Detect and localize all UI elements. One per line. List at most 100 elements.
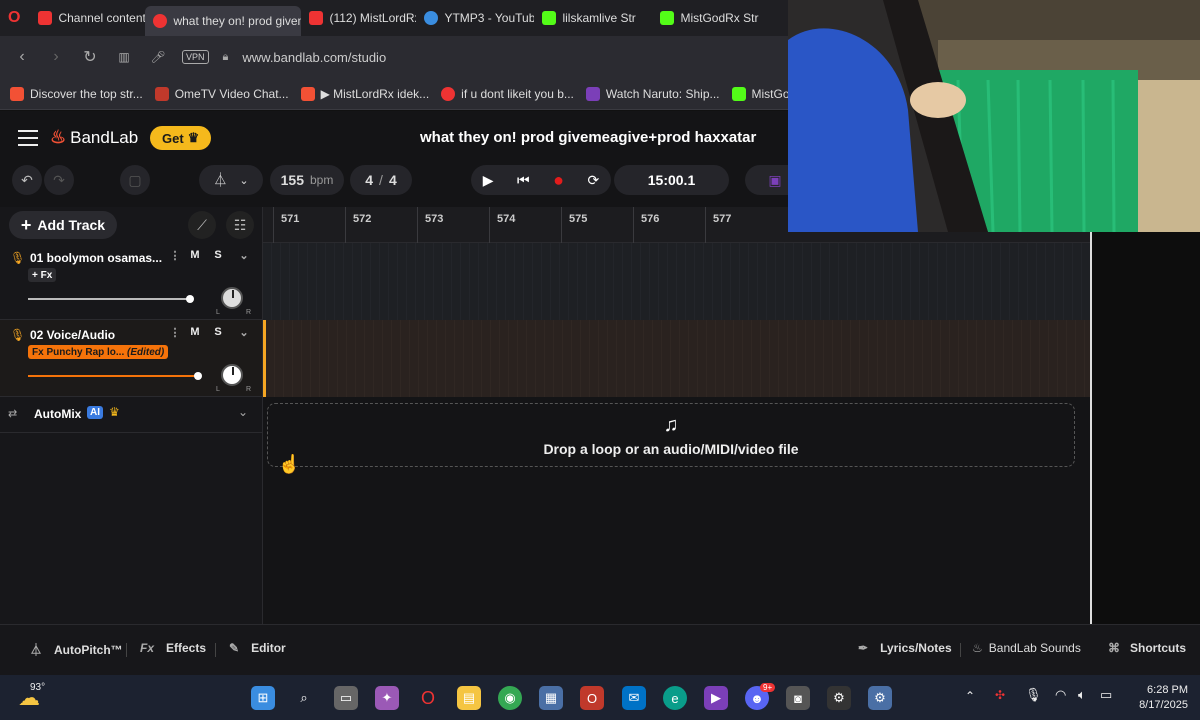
file-explorer-icon[interactable]: ▤	[457, 686, 481, 710]
solo-button[interactable]: S	[209, 326, 227, 342]
chevron-down-icon[interactable]: ⌄	[238, 405, 248, 419]
browser-tab-active[interactable]: what they on! prod givem	[145, 6, 302, 36]
effects-button[interactable]: Fx Effects	[140, 641, 206, 655]
chrome-icon[interactable]: ◉	[498, 686, 522, 710]
playhead-panel	[1090, 207, 1200, 624]
skip-to-start-icon[interactable]: ⏮	[517, 172, 530, 189]
volume-slider-thumb[interactable]	[194, 372, 202, 380]
bandlab-logo-icon: ♨	[50, 127, 67, 147]
battery-icon[interactable]: ▭	[1100, 687, 1112, 703]
url-field[interactable]: www.bandlab.com/studio	[242, 50, 386, 65]
copilot-icon[interactable]: ✦	[375, 686, 399, 710]
track-options-icon[interactable]: ⋮	[166, 249, 184, 265]
pan-knob[interactable]	[221, 364, 243, 386]
metronome-dropdown[interactable]: ⏃ ⌄	[199, 165, 263, 195]
settings-sliders-icon[interactable]: ☷	[226, 211, 254, 239]
record-icon[interactable]: ●	[553, 170, 564, 191]
forward-icon[interactable]: ›	[46, 48, 66, 66]
editor-button[interactable]: ✎ Editor	[229, 641, 286, 655]
command-icon: ⌘	[1108, 641, 1120, 655]
track-lane[interactable]	[263, 243, 1090, 320]
menu-icon[interactable]	[18, 130, 38, 146]
outlook-icon[interactable]: ✉	[622, 686, 646, 710]
reload-icon[interactable]: ↻	[80, 47, 100, 67]
bandlab-logo[interactable]: ♨ BandLab	[50, 127, 138, 148]
plus-icon: +	[20, 214, 32, 235]
save-icon[interactable]: ▢	[120, 165, 150, 195]
drop-zone[interactable]: ♫ Drop a loop or an audio/MIDI/video fil…	[267, 403, 1075, 467]
lyrics-notes-button[interactable]: ✒ Lyrics/Notes	[858, 641, 952, 655]
browser-tab[interactable]: YTMP3 - YouTube	[416, 4, 534, 32]
bookmark-icon	[585, 86, 600, 101]
pan-knob[interactable]	[221, 287, 243, 309]
automix-row[interactable]: ⇄ AutoMix AI ♛ ⌄	[0, 397, 262, 433]
volume-slider[interactable]	[28, 295, 194, 303]
bookmark-icon	[300, 86, 315, 101]
camera-icon[interactable]: ◙	[786, 686, 810, 710]
lock-icon[interactable]: 🔒︎	[223, 51, 229, 64]
speaker-icon[interactable]: 🔈︎	[1078, 687, 1086, 703]
microphone-icon[interactable]: 🎙︎	[1025, 687, 1042, 703]
opera-icon[interactable]: O	[416, 686, 440, 710]
loop-icon[interactable]: ⟳	[588, 172, 600, 189]
volume-slider[interactable]	[28, 372, 202, 380]
back-icon[interactable]: ‹	[12, 48, 32, 66]
chevron-down-icon[interactable]: ⌄	[235, 249, 253, 265]
track-lane-selected[interactable]	[263, 320, 1090, 397]
magic-wand-icon[interactable]: ⟋	[188, 211, 216, 239]
steam-icon[interactable]: ⚙	[827, 686, 851, 710]
clock[interactable]: 6:28 PM 8/17/2025	[1139, 683, 1188, 713]
pen-icon: ✒	[858, 641, 869, 655]
split-view-icon[interactable]: ▥	[114, 50, 134, 64]
fx-preset-badge[interactable]: Fx Punchy Rap lo... (Edited)	[28, 345, 169, 359]
time-signature[interactable]: 4/4	[350, 165, 412, 195]
autopitch-button[interactable]: ⏃ AutoPitch™	[30, 641, 123, 658]
microphone-icon[interactable]: 🎤︎	[148, 50, 168, 64]
bookmark-item[interactable]: OmeTV Video Chat...	[154, 86, 289, 101]
shortcuts-button[interactable]: ⌘ Shortcuts	[1108, 641, 1186, 655]
add-fx-button[interactable]: + Fx	[28, 268, 57, 282]
windows-start-icon[interactable]: ⊞	[251, 686, 275, 710]
solo-button[interactable]: S	[209, 249, 227, 265]
project-title[interactable]: what they on! prod givemeagive+prod haxx…	[420, 129, 756, 146]
track-row-selected[interactable]: 🎙︎ 02 Voice/Audio ⋮ M S ⌄ Fx Punchy Rap …	[0, 320, 262, 397]
edge-icon[interactable]: e	[663, 686, 687, 710]
browser-tab[interactable]: MistGodRx Str	[652, 4, 770, 32]
tempo-control[interactable]: 155 bpm	[270, 165, 344, 195]
mute-button[interactable]: M	[186, 249, 204, 265]
volume-slider-thumb[interactable]	[186, 295, 194, 303]
bookmark-item[interactable]: if u dont likeit you b...	[441, 86, 574, 101]
mute-button[interactable]: M	[186, 326, 204, 342]
get-membership-button[interactable]: Get ♛	[150, 126, 212, 150]
wifi-icon[interactable]: ◠	[1055, 687, 1066, 703]
track-row[interactable]: 🎙︎ 01 boolymon osamas... ⋮ M S ⌄ + Fx L …	[0, 243, 262, 320]
opera-gx-icon[interactable]: O	[580, 686, 604, 710]
youtube-icon	[38, 11, 53, 25]
opera-logo-icon[interactable]: O	[8, 9, 20, 27]
upgrade-icon: ▣	[768, 171, 782, 188]
chevron-down-icon[interactable]: ⌄	[235, 326, 253, 342]
vpn-badge[interactable]: VPN	[182, 50, 209, 64]
redo-icon[interactable]: ↷	[44, 165, 74, 195]
task-view-icon[interactable]: ▭	[334, 686, 358, 710]
tray-app-icon[interactable]: ✣	[995, 688, 1005, 702]
browser-tab[interactable]: lilskamlive Str	[534, 4, 652, 32]
chevron-up-icon[interactable]: ⌃	[965, 689, 975, 703]
store-icon[interactable]: ▦	[539, 686, 563, 710]
browser-tab[interactable]: Channel content	[30, 4, 145, 32]
bandlab-sounds-button[interactable]: ♨ BandLab Sounds	[972, 641, 1081, 655]
browser-tab[interactable]: (112) MistLordRx	[301, 4, 416, 32]
bookmark-item[interactable]: ▶ MistLordRx idek...	[300, 86, 429, 101]
track-panel: + Add Track ⟋ ☷ 🎙︎ 01 boolymon osamas... …	[0, 207, 263, 675]
add-track-button[interactable]: + Add Track	[9, 211, 117, 239]
clipchamp-icon[interactable]: ▶	[704, 686, 728, 710]
settings-icon[interactable]: ⚙	[868, 686, 892, 710]
bookmark-item[interactable]: Discover the top str...	[10, 86, 143, 101]
undo-icon[interactable]: ↶	[12, 165, 42, 195]
fx-icon: Fx	[140, 641, 155, 655]
bookmark-item[interactable]: Watch Naruto: Ship...	[585, 86, 720, 101]
crown-icon: ♛	[109, 405, 120, 419]
track-options-icon[interactable]: ⋮	[166, 326, 184, 342]
search-icon[interactable]: ⌕	[292, 686, 316, 710]
play-icon[interactable]: ▶	[483, 172, 494, 189]
